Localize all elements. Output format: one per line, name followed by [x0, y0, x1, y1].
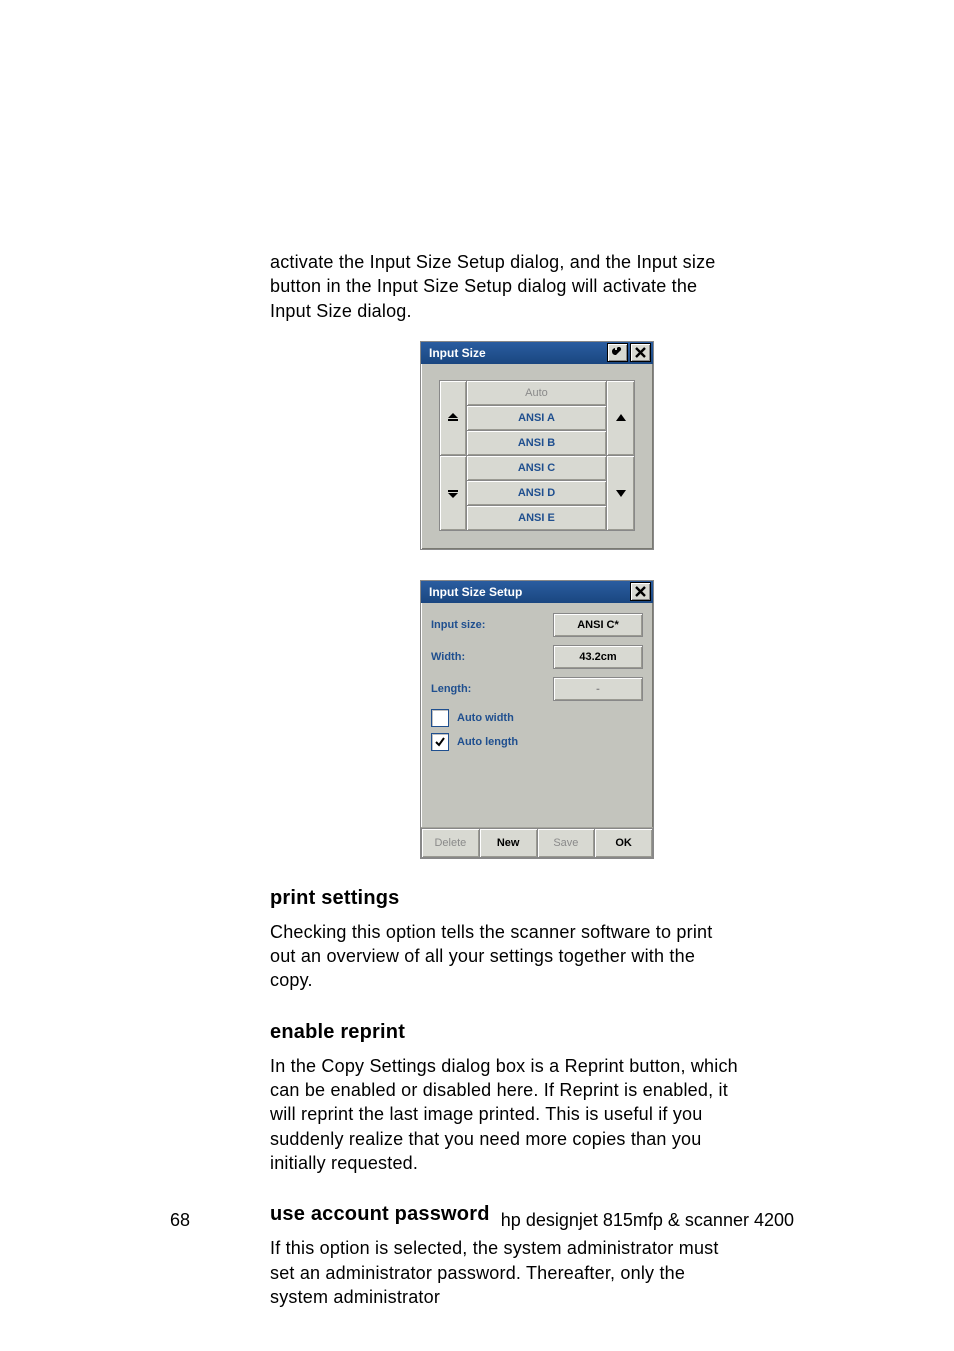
close-button[interactable]	[630, 343, 651, 362]
close-icon	[635, 347, 646, 358]
input-size-setup-title: Input Size Setup	[429, 585, 522, 599]
left-page-arrows	[439, 380, 467, 531]
length-label: Length:	[431, 683, 471, 695]
size-list: Auto ANSI A ANSI B ANSI C ANSI D ANSI E	[467, 380, 607, 531]
page-up-button[interactable]	[439, 380, 467, 456]
input-size-titlebar: Input Size	[421, 342, 653, 364]
auto-width-label: Auto width	[457, 712, 514, 724]
input-size-title: Input Size	[429, 346, 486, 360]
print-settings-heading: print settings	[270, 887, 740, 910]
ok-button[interactable]: OK	[595, 828, 653, 858]
page-footer: 68 hp designjet 815mfp & scanner 4200	[170, 1210, 794, 1231]
triangle-down-icon	[615, 488, 627, 498]
footer-product-name: hp designjet 815mfp & scanner 4200	[501, 1210, 794, 1231]
enable-reprint-paragraph: In the Copy Settings dialog box is a Rep…	[270, 1054, 740, 1175]
tool-button[interactable]	[607, 343, 628, 362]
size-option-ansi-d[interactable]: ANSI D	[467, 481, 607, 506]
step-down-button[interactable]	[607, 456, 635, 531]
input-size-setup-titlebar: Input Size Setup	[421, 581, 653, 603]
save-button[interactable]: Save	[538, 828, 596, 858]
check-icon	[434, 736, 446, 748]
page-down-icon	[446, 486, 460, 500]
close-button[interactable]	[630, 582, 651, 601]
size-option-ansi-c[interactable]: ANSI C	[467, 456, 607, 481]
page-up-icon	[446, 411, 460, 425]
setup-button-row: Delete New Save OK	[421, 827, 653, 858]
manual-page: activate the Input Size Setup dialog, an…	[0, 0, 954, 1351]
size-option-ansi-e[interactable]: ANSI E	[467, 506, 607, 531]
print-settings-paragraph: Checking this option tells the scanner s…	[270, 920, 740, 993]
width-button[interactable]: 43.2cm	[553, 645, 643, 669]
wrench-icon	[612, 347, 624, 359]
page-number: 68	[170, 1210, 190, 1231]
input-size-button[interactable]: ANSI C*	[553, 613, 643, 637]
width-label: Width:	[431, 651, 465, 663]
input-size-dialog: Input Size	[420, 341, 654, 550]
length-button[interactable]: -	[553, 677, 643, 701]
size-option-auto[interactable]: Auto	[467, 380, 607, 406]
delete-button[interactable]: Delete	[421, 828, 480, 858]
auto-length-checkbox[interactable]	[431, 733, 449, 751]
right-step-arrows	[607, 380, 635, 531]
input-size-setup-dialog: Input Size Setup Input size: ANSI C* Wid…	[420, 580, 654, 859]
size-option-ansi-b[interactable]: ANSI B	[467, 431, 607, 456]
new-button[interactable]: New	[480, 828, 538, 858]
triangle-up-icon	[615, 413, 627, 423]
auto-length-label: Auto length	[457, 736, 518, 748]
size-option-ansi-a[interactable]: ANSI A	[467, 406, 607, 431]
use-account-password-paragraph: If this option is selected, the system a…	[270, 1236, 740, 1309]
input-size-label: Input size:	[431, 619, 485, 631]
close-icon	[635, 586, 646, 597]
enable-reprint-heading: enable reprint	[270, 1021, 740, 1044]
intro-paragraph: activate the Input Size Setup dialog, an…	[270, 250, 740, 323]
page-down-button[interactable]	[439, 456, 467, 531]
step-up-button[interactable]	[607, 380, 635, 456]
auto-width-checkbox[interactable]	[431, 709, 449, 727]
